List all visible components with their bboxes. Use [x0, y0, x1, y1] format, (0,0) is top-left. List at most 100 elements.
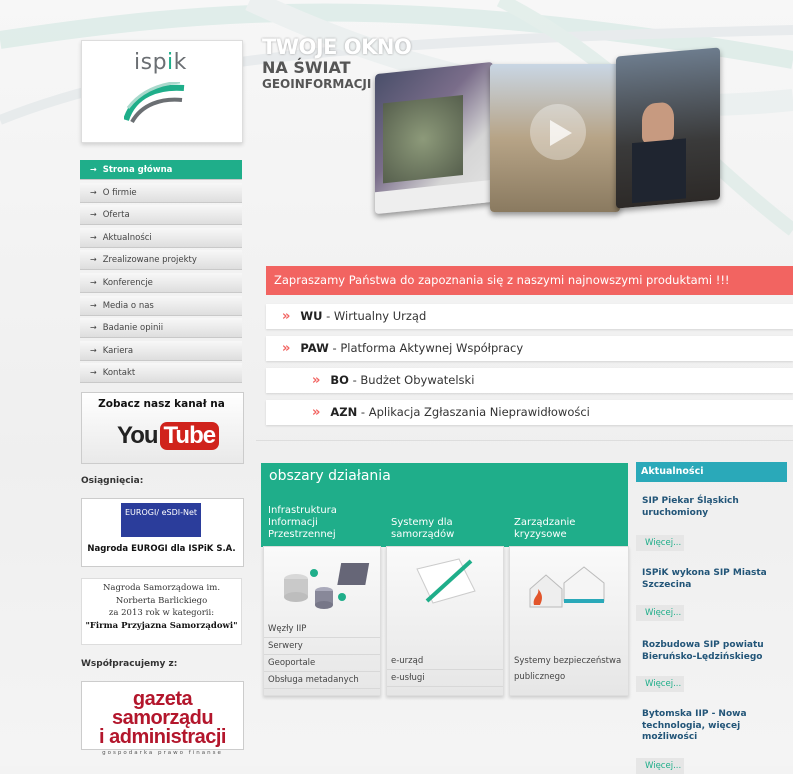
double-chevron-icon: » [312, 373, 321, 388]
nav-item[interactable]: → Oferta [80, 205, 242, 226]
area-link[interactable]: Serwery [264, 638, 380, 655]
nav-item[interactable]: → Konferencje [80, 272, 242, 293]
barlicki-line: za 2013 rok w kategorii: [108, 608, 215, 618]
product-name: - Wirtualny Urząd [322, 309, 427, 323]
barlicki-category: "Firma Przyjazna Samorządowi" [85, 620, 238, 631]
product-abbr: AZN [330, 405, 358, 419]
product-abbr: WU [300, 309, 323, 323]
area-label-samorzady[interactable]: Systemy dla samorządów [391, 517, 501, 541]
partners-heading: Współpracujemy z: [81, 659, 178, 669]
area-card-iip[interactable]: Węzły IIP Serwery Geoportale Obsługa metada… [263, 546, 381, 696]
nav-item[interactable]: → Zrealizowane projekty [80, 250, 242, 271]
area-link[interactable]: Geoportale [264, 655, 380, 672]
nav-item[interactable]: → Kontakt [80, 363, 242, 384]
nav-item-label: Kariera [102, 345, 134, 356]
hero-subtitle-2: GEOINFORMACJI [262, 77, 372, 91]
news-more-button[interactable]: Więcej... [636, 758, 684, 774]
product-abbr: BO [330, 373, 349, 387]
hero-screen-interview [616, 47, 720, 209]
barlicki-award-box[interactable]: Nagroda Samorządowa im. Norberta Barlick… [81, 578, 242, 645]
logo-swoosh-icon [124, 82, 185, 124]
news-more-button[interactable]: Więcej... [636, 535, 684, 551]
houses-fire-icon [529, 566, 605, 608]
double-chevron-icon: » [282, 309, 291, 324]
arrow-right-icon: → [90, 165, 97, 174]
arrow-right-icon: → [90, 345, 97, 355]
area-link[interactable]: publicznego [510, 669, 628, 685]
nav-item-label: Konferencje [102, 277, 153, 288]
section-divider [256, 440, 793, 441]
youtube-tube: Tube [159, 421, 220, 450]
logo[interactable]: ispik [134, 50, 187, 75]
nav-item[interactable]: → Strona główna [80, 160, 242, 180]
nav-item-label: Aktualności [102, 232, 152, 243]
nav-item-label: Media o nas [102, 300, 154, 311]
double-chevron-icon: » [312, 405, 321, 420]
barlicki-line: Nagroda Samorządowa im. [102, 583, 221, 593]
hero-title: TWOJE OKNO [262, 35, 412, 59]
product-link[interactable]: » BO - Budżet Obywatelski [266, 368, 793, 393]
hero-subtitle: NA ŚWIAT [262, 58, 351, 77]
areas-title: obszary działania [269, 468, 391, 484]
product-link[interactable]: » AZN - Aplikacja Zgłaszania Nieprawidłow… [266, 400, 793, 425]
hero-screen-map [375, 61, 493, 215]
eurogi-logo: EUROGI/ eSDI-Net [121, 503, 201, 537]
product-name: - Budżet Obywatelski [348, 373, 475, 387]
gazeta-title-line1: gazeta samorządu [111, 688, 214, 729]
nav-item-label: Oferta [102, 210, 130, 221]
arrow-right-icon: → [90, 323, 97, 333]
area-card-kryzysowe[interactable]: Systemy bezpieczeństwa publicznego [509, 546, 629, 696]
barlicki-line: Norberta Barlickiego [115, 595, 208, 606]
nav-item[interactable]: → Aktualności [80, 227, 242, 248]
area-link[interactable]: Węzły IIP [264, 621, 380, 638]
nav-item[interactable]: → Media o nas [80, 295, 242, 316]
area-link[interactable]: e-usługi [387, 670, 503, 687]
nav-item-label: O firmie [102, 187, 137, 198]
area-label-iip[interactable]: Infrastruktura Informacji Przestrzennej [268, 505, 378, 541]
gazeta-title-line2: i administracji [99, 726, 227, 748]
play-icon[interactable] [548, 118, 574, 148]
nav-item-label: Badanie opinii [102, 323, 164, 334]
news-more-button[interactable]: Więcej... [636, 605, 684, 621]
arrow-right-icon: → [90, 232, 97, 242]
news-more-button[interactable]: Więcej... [636, 676, 684, 692]
news-title[interactable]: Bytomska IIP - Nowa technologia, więcej … [642, 709, 782, 744]
nav-item[interactable]: → Kariera [80, 340, 242, 361]
youtube-you: You [117, 421, 159, 449]
arrow-right-icon: → [90, 368, 97, 378]
area-card-samorzady[interactable]: e-urząd e-usługi [386, 546, 504, 696]
nav-item[interactable]: → O firmie [80, 182, 242, 203]
document-pen-icon [416, 558, 476, 604]
product-name: - Platforma Aktywnej Współpracy [328, 341, 524, 355]
hero-screen-town[interactable] [490, 64, 620, 212]
database-servers-icon [284, 563, 370, 609]
arrow-right-icon: → [90, 300, 97, 310]
arrow-right-icon: → [90, 210, 97, 220]
achievements-heading: Osiągnięcia: [81, 476, 144, 486]
arrow-right-icon: → [90, 255, 97, 265]
news-title[interactable]: SIP Piekar Śląskich uruchomiony [642, 496, 782, 519]
area-link[interactable]: e-urząd [387, 653, 503, 670]
arrow-right-icon: → [90, 187, 97, 197]
nav-item[interactable]: → Badanie opinii [80, 318, 242, 339]
product-link[interactable]: » PAW - Platforma Aktywnej Współpracy [266, 336, 793, 361]
youtube-label: Zobacz nasz kanał na [98, 398, 225, 410]
nav-item-label: Kontakt [102, 368, 136, 379]
products-banner: Zapraszamy Państwa do zapoznania się z n… [266, 266, 793, 295]
gazeta-logo[interactable]: gazeta samorządu i administracji gospoda… [81, 681, 244, 756]
youtube-logo[interactable]: You Tube [117, 418, 220, 453]
gazeta-subtitle: gospodarka prawo finanse [102, 750, 223, 756]
arrow-right-icon: → [90, 277, 97, 287]
news-title[interactable]: ISPiK wykona SIP Miasta Szczecina [642, 568, 782, 591]
area-label-kryzysowe[interactable]: Zarządzanie kryzysowe [514, 517, 624, 541]
product-link[interactable]: » WU - Wirtualny Urząd [266, 304, 793, 329]
product-abbr: PAW [300, 341, 329, 355]
area-link[interactable]: Systemy bezpieczeństwa [510, 653, 628, 669]
double-chevron-icon: » [282, 341, 291, 356]
product-name: - Aplikacja Zgłaszania Nieprawidłowości [357, 405, 590, 419]
eurogi-award-text: Nagroda EUROGI dla ISPiK S.A. [87, 544, 236, 554]
nav-item-label: Zrealizowane projekty [102, 255, 197, 266]
news-title[interactable]: Rozbudowa SIP powiatu Bieruńsko-Lędzińsk… [642, 640, 782, 663]
nav-item-label: Strona główna [102, 165, 173, 175]
area-link[interactable]: Obsługa metadanych [264, 672, 380, 689]
